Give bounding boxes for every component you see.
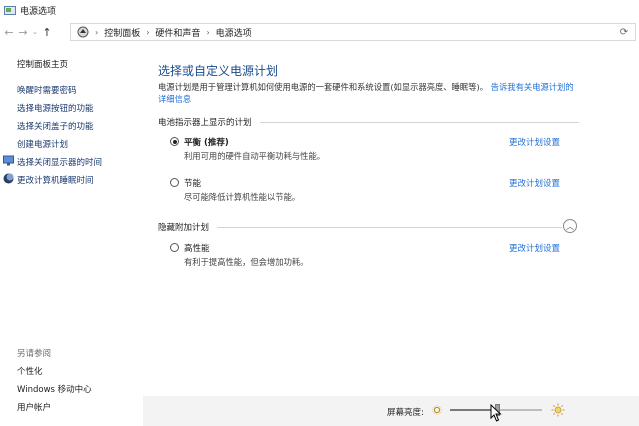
moon-icon — [3, 173, 14, 184]
chevron-up-icon[interactable]: ︿ — [563, 219, 577, 233]
radio-balanced[interactable] — [170, 137, 179, 146]
brightness-low-icon — [432, 405, 442, 415]
sidebar-item-power-button[interactable]: 选择电源按钮的功能 — [17, 102, 94, 114]
section-hidden-label: 隐藏附加计划 — [158, 223, 210, 233]
sidebar-item-display-off[interactable]: 选择关闭显示器的时间 — [17, 156, 102, 168]
section-shown-plans: 电池指示器上显示的计划 — [158, 115, 579, 129]
breadcrumb-control-panel[interactable]: 控制面板 — [104, 26, 140, 39]
divider — [259, 121, 579, 123]
sidebar-item-create-plan[interactable]: 创建电源计划 — [17, 138, 68, 150]
plan-name-power-saver[interactable]: 节能 — [184, 177, 201, 189]
page-title: 选择或自定义电源计划 — [158, 64, 279, 78]
breadcrumb-separator: › — [206, 27, 210, 37]
radio-power-saver[interactable] — [170, 178, 179, 187]
address-row: ← → ⌄ ↑ › 控制面板 › 硬件和声音 › 电源选项 ⟳ — [0, 22, 639, 42]
link-user-accounts[interactable]: 用户帐户 — [17, 401, 51, 413]
change-plan-settings-balanced[interactable]: 更改计划设置 — [509, 136, 560, 148]
breadcrumb-separator: › — [146, 27, 150, 37]
main-content: 选择或自定义电源计划 电源计划是用于管理计算机如何使用电源的一套硬件和系统设置(… — [157, 42, 627, 426]
plan-desc-high-performance: 有利于提高性能，但会增加功耗。 — [184, 257, 309, 267]
monitor-icon — [3, 155, 14, 166]
address-bar[interactable]: › 控制面板 › 硬件和声音 › 电源选项 ⟳ — [70, 23, 636, 41]
plan-desc-power-saver: 尽可能降低计算机性能以节能。 — [184, 192, 301, 202]
brightness-high-icon — [551, 403, 565, 417]
change-plan-settings-power-saver[interactable]: 更改计划设置 — [509, 177, 560, 189]
sidebar: 控制面板主页 唤醒时需要密码 选择电源按钮的功能 选择关闭盖子的功能 创建电源计… — [0, 42, 142, 426]
chevron-down-icon[interactable]: ⌄ — [30, 24, 40, 40]
sidebar-item-sleep-time[interactable]: 更改计算机睡眠时间 — [17, 174, 94, 186]
power-options-icon — [4, 5, 16, 15]
link-mobility-center[interactable]: Windows 移动中心 — [17, 383, 92, 395]
plan-name-balanced[interactable]: 平衡 (推荐) — [184, 136, 229, 148]
plan-desc-balanced: 利用可用的硬件自动平衡功耗与性能。 — [184, 151, 326, 161]
window-title: 电源选项 — [20, 6, 57, 17]
breadcrumb-power-options[interactable]: 电源选项 — [216, 26, 252, 39]
breadcrumb-separator: › — [95, 27, 99, 37]
section-shown-label: 电池指示器上显示的计划 — [158, 118, 252, 128]
see-also-heading: 另请参阅 — [17, 349, 52, 359]
brightness-label: 屏幕亮度: — [387, 408, 424, 418]
page-description: 电源计划是用于管理计算机如何使用电源的一套硬件和系统设置(如显示器亮度、睡眠等)… — [158, 81, 576, 105]
divider — [217, 226, 562, 228]
sidebar-item-wake-password[interactable]: 唤醒时需要密码 — [17, 84, 77, 96]
sidebar-item-lid-close[interactable]: 选择关闭盖子的功能 — [17, 120, 94, 132]
radio-high-performance[interactable] — [170, 243, 179, 252]
plan-name-high-performance[interactable]: 高性能 — [184, 242, 210, 254]
breadcrumb-hardware-sound[interactable]: 硬件和声音 — [155, 26, 200, 39]
control-panel-icon — [77, 26, 89, 38]
sidebar-item-home[interactable]: 控制面板主页 — [17, 58, 68, 70]
arrow-up-icon[interactable]: ↑ — [40, 24, 54, 40]
title-bar: 电源选项 — [0, 0, 639, 20]
arrow-right-icon[interactable]: → — [16, 24, 30, 40]
link-personalization[interactable]: 个性化 — [17, 365, 43, 377]
change-plan-settings-high-performance[interactable]: 更改计划设置 — [509, 242, 560, 254]
mouse-cursor-icon — [490, 404, 502, 422]
status-bar: 屏幕亮度: — [143, 396, 639, 426]
refresh-icon[interactable]: ⟳ — [617, 25, 631, 39]
section-hidden-plans: 隐藏附加计划 — [158, 220, 562, 234]
arrow-left-icon[interactable]: ← — [2, 24, 16, 40]
description-text: 电源计划是用于管理计算机如何使用电源的一套硬件和系统设置(如显示器亮度、睡眠等)… — [158, 82, 489, 92]
